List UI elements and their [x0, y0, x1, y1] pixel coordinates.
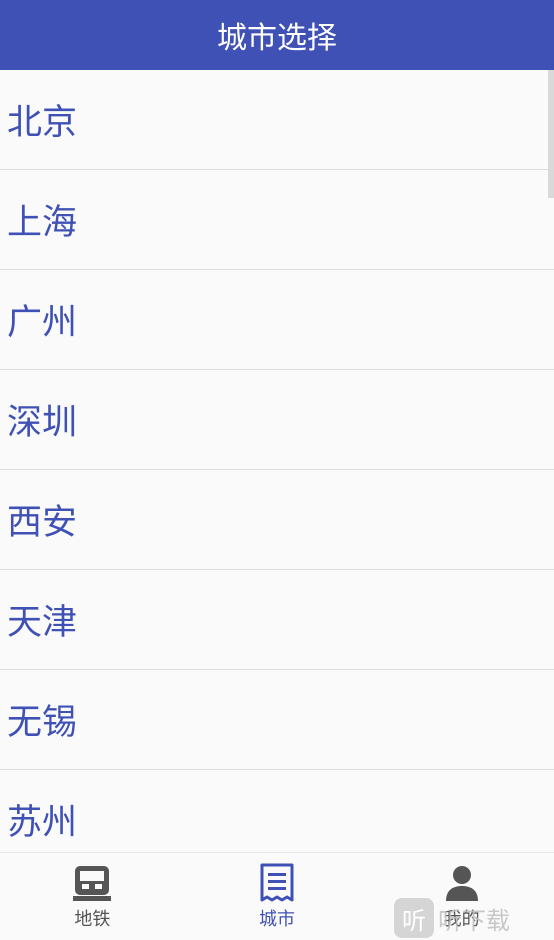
nav-item-profile[interactable]: 我的	[369, 853, 554, 940]
city-name: 苏州	[7, 803, 78, 843]
city-list[interactable]: 北京 上海 广州 深圳 西安 天津 无锡 苏州	[0, 70, 554, 852]
city-item-xian[interactable]: 西安	[0, 470, 554, 570]
city-name: 广州	[7, 303, 78, 343]
nav-label: 我的	[443, 909, 480, 930]
city-name: 上海	[7, 203, 78, 243]
city-name: 无锡	[7, 703, 78, 743]
app-root: 城市选择 北京 上海 广州 深圳 西安 天津 无锡 苏州 地铁 城市 我的 听 …	[0, 0, 554, 940]
bottom-nav: 地铁 城市 我的	[0, 852, 554, 940]
city-name: 西安	[7, 503, 78, 543]
city-item-wuxi[interactable]: 无锡	[0, 670, 554, 770]
city-name: 深圳	[7, 403, 78, 443]
city-item-guangzhou[interactable]: 广州	[0, 270, 554, 370]
nav-item-subway[interactable]: 地铁	[0, 853, 185, 940]
subway-icon	[73, 866, 112, 901]
list-document-icon	[260, 863, 294, 902]
city-item-tianjin[interactable]: 天津	[0, 570, 554, 670]
page-title: 城市选择	[217, 21, 337, 56]
scrollbar-thumb[interactable]	[548, 70, 554, 198]
nav-label: 地铁	[74, 909, 111, 930]
city-item-shanghai[interactable]: 上海	[0, 170, 554, 270]
city-item-suzhou[interactable]: 苏州	[0, 770, 554, 852]
city-item-beijing[interactable]: 北京	[0, 70, 554, 170]
city-item-shenzhen[interactable]: 深圳	[0, 370, 554, 470]
city-name: 天津	[7, 603, 78, 643]
app-bar: 城市选择	[0, 0, 554, 70]
nav-item-city[interactable]: 城市	[185, 853, 370, 940]
nav-label: 城市	[259, 909, 295, 930]
person-icon	[445, 866, 478, 901]
city-name: 北京	[7, 103, 78, 143]
